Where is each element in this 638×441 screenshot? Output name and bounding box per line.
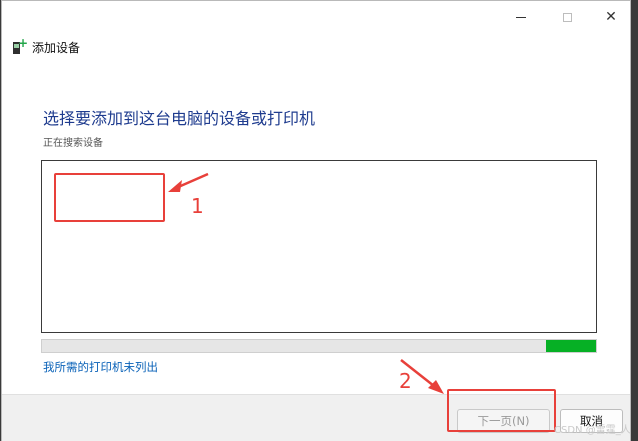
close-button[interactable]: ✕ [588,1,634,33]
printer-not-listed-link[interactable]: 我所需的打印机未列出 [43,359,158,375]
page-heading: 选择要添加到这台电脑的设备或打印机 [43,109,316,128]
device-add-icon: + [12,36,28,55]
dialog-title: 添加设备 [32,40,81,55]
minimize-button[interactable] [498,1,544,33]
search-progress-bar [41,339,597,353]
annotation-arrow-1 [168,172,209,192]
close-icon: ✕ [605,9,617,25]
annotation-label-2: 2 [399,369,412,393]
dialog-title-bar: + 添加设备 [12,36,81,56]
minimize-icon [516,16,526,18]
annotation-box-1 [54,173,165,222]
progress-fill [546,340,596,352]
maximize-icon [562,12,572,22]
annotation-label-1: 1 [191,194,204,218]
annotation-box-2 [447,389,556,432]
maximize-button[interactable] [544,1,590,33]
search-status: 正在搜索设备 [43,138,103,149]
watermark: CSDN @雷霆_人 [554,425,631,436]
